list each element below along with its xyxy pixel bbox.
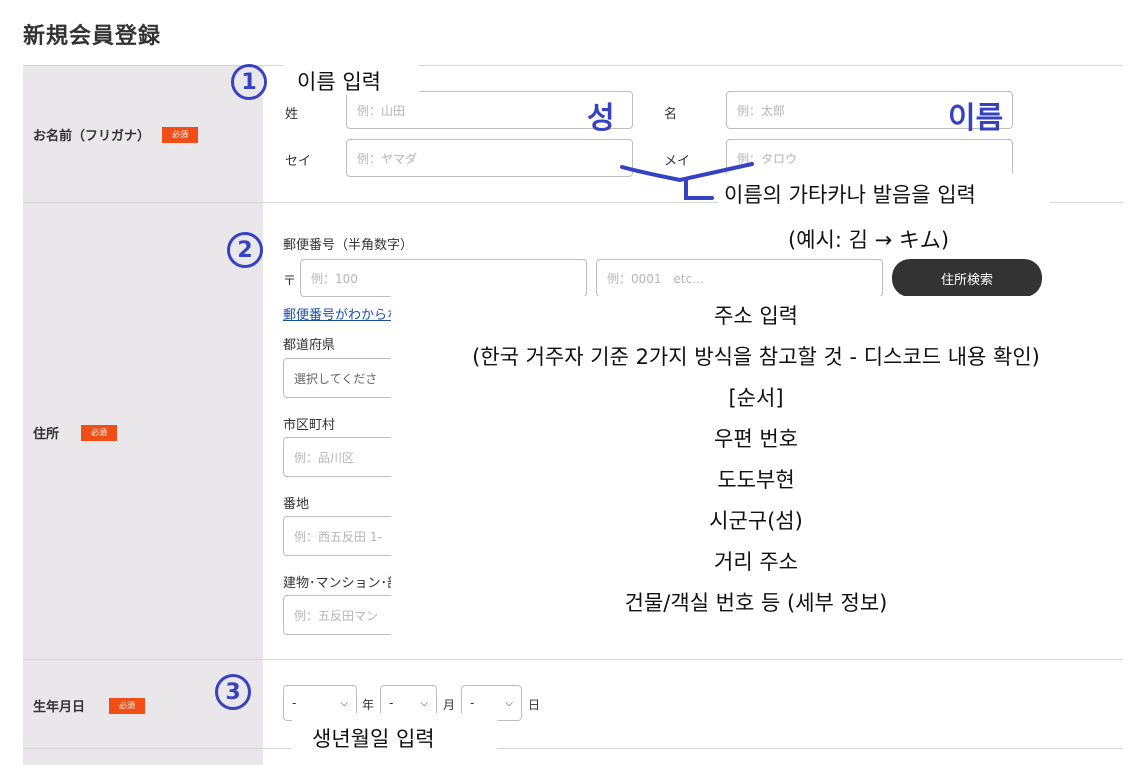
annotation-address-line: (한국 거주자 기준 2가지 방식을 참고할 것 - 디스코드 내용 확인) (472, 345, 1040, 369)
annotation-number-2: 2 (227, 232, 263, 268)
annotation-address-line: [순서] (728, 386, 784, 410)
annotation-address-line: 시군구(섬) (709, 509, 803, 533)
annotation-kana-note-1: 이름의 가타카나 발음을 입력 (724, 183, 976, 207)
annotation-kana-note-2: (예시: 김 → キム) (788, 228, 950, 252)
annotation-address-line: 우편 번호 (714, 427, 798, 451)
annotation-number-3: 3 (215, 674, 251, 710)
annotation-address-line: 도도부현 (717, 468, 795, 492)
annotation-birth-input: 생년월일 입력 (312, 727, 435, 751)
annotation-address-block: 주소 입력 (한국 거주자 기준 2가지 방식을 참고할 것 - 디스코드 내용… (391, 300, 1121, 628)
annotation-address-line: 거리 주소 (714, 550, 798, 574)
annotation-address-line: 건물/객실 번호 등 (세부 정보) (624, 591, 888, 615)
annotation-address-line: 주소 입력 (714, 304, 798, 328)
